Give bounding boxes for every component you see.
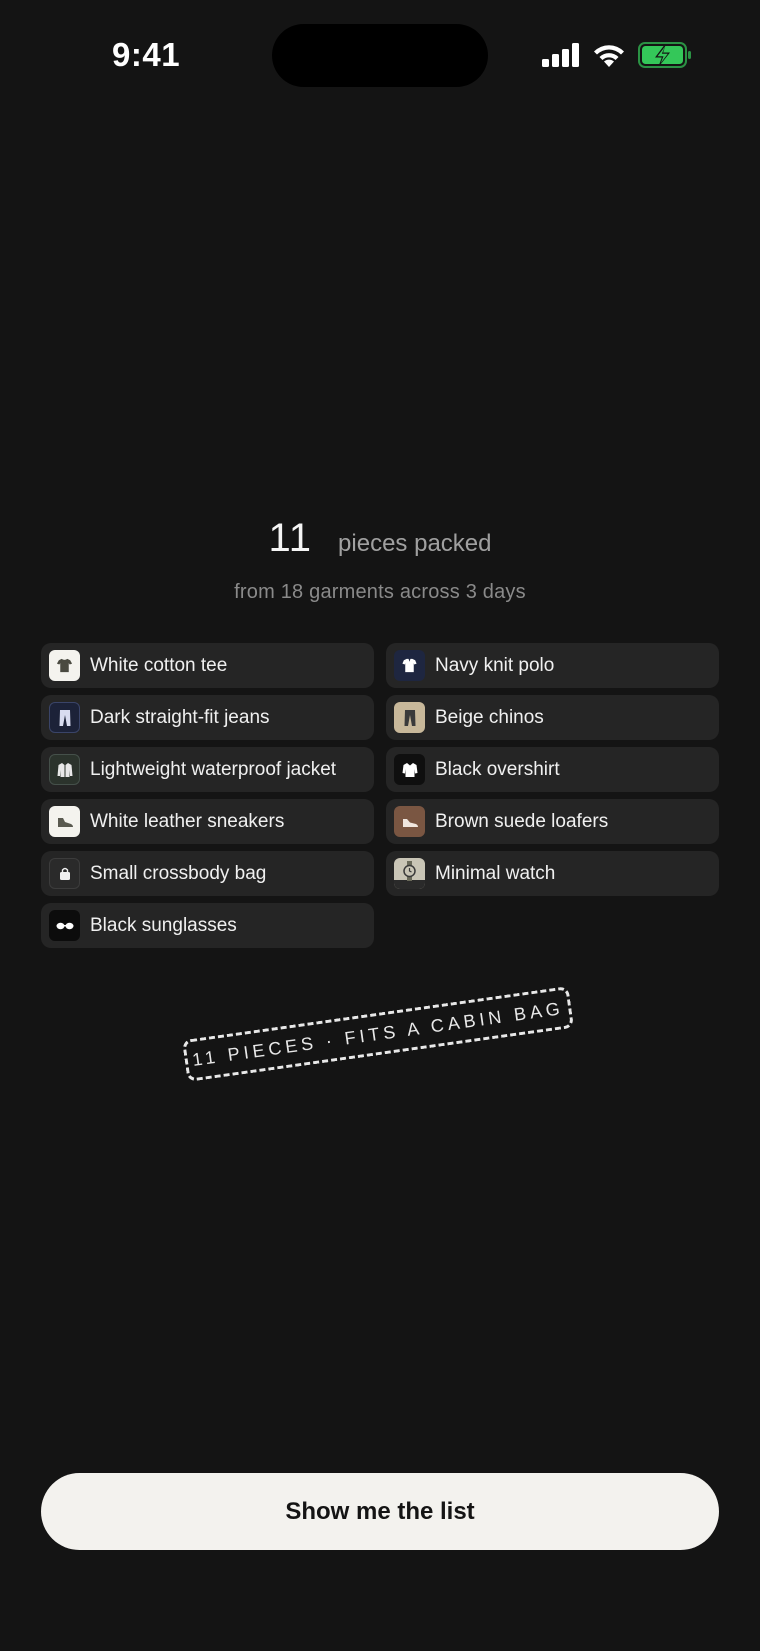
status-icons [542,42,692,68]
watch-icon [394,858,425,889]
status-time: 9:41 [112,36,181,73]
dynamic-island [272,24,488,87]
cellular-signal-icon [542,43,580,67]
item-label: Navy knit polo [435,654,555,676]
item-chip-brown-loafers: Brown suede loafers [386,799,719,844]
item-label: Beige chinos [435,706,544,728]
item-chip-black-sunglasses: Black sunglasses [41,903,374,948]
bag-icon [49,858,80,889]
summary-subtitle: from 18 garments across 3 days [234,581,526,603]
item-label: Dark straight-fit jeans [90,706,270,728]
battery-charging-icon [638,42,692,68]
item-chip-white-sneakers: White leather sneakers [41,799,374,844]
wifi-icon [592,43,626,68]
item-label: White cotton tee [90,654,228,676]
item-label: Black sunglasses [90,914,237,936]
jeans-icon [49,702,80,733]
status-bar: 9:41 [0,0,760,110]
item-chip-black-overshirt: Black overshirt [386,747,719,792]
summary-headline: 11 pieces packed [0,516,760,561]
stamp-text: 11 PIECES · FITS A CABIN BAG [190,997,565,1070]
show-list-button-label: Show me the list [285,1497,475,1525]
item-chip-dark-jeans: Dark straight-fit jeans [41,695,374,740]
show-list-button[interactable]: Show me the list [41,1473,719,1550]
sneaker-icon [49,806,80,837]
polo-icon [394,650,425,681]
overshirt-icon [394,754,425,785]
item-chip-minimal-watch: Minimal watch [386,851,719,896]
cabin-bag-stamp: 11 PIECES · FITS A CABIN BAG [181,986,575,1082]
item-label: White leather sneakers [90,810,285,832]
item-label: Brown suede loafers [435,810,609,832]
item-label: Black overshirt [435,758,560,780]
item-label: Minimal watch [435,862,556,884]
pieces-count: 11 [268,516,313,560]
item-chip-crossbody-bag: Small crossbody bag [41,851,374,896]
packed-items-grid: White cotton tee Navy knit polo Dark str… [41,643,719,948]
tshirt-icon [49,650,80,681]
chinos-icon [394,702,425,733]
item-chip-beige-chinos: Beige chinos [386,695,719,740]
loafer-icon [394,806,425,837]
item-label: Lightweight waterproof jacket [90,758,337,780]
item-chip-white-cotton-tee: White cotton tee [41,643,374,688]
jacket-icon [49,754,80,785]
sunglasses-icon [49,910,80,941]
item-label: Small crossbody bag [90,862,267,884]
item-chip-navy-knit-polo: Navy knit polo [386,643,719,688]
packing-summary: 11 pieces packed from 18 garments across… [0,516,760,604]
pieces-count-label: pieces packed [338,530,492,557]
item-chip-waterproof-jacket: Lightweight waterproof jacket [41,747,374,792]
